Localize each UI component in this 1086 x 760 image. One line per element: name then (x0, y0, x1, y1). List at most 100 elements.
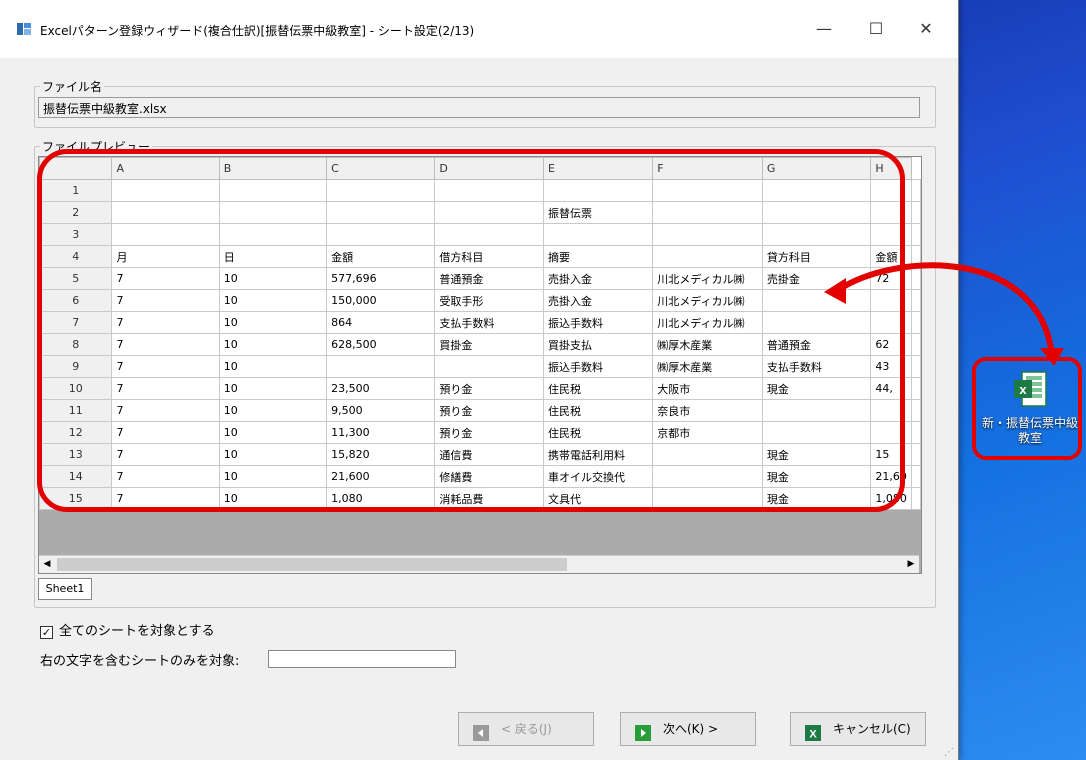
row-header[interactable]: 11 (39, 399, 113, 422)
table-row[interactable]: 14 7 10 21,600 修繕費 車オイル交換代 現金 21,60 (39, 465, 921, 488)
table-cell[interactable]: 住民税 (542, 399, 654, 422)
table-cell[interactable]: 預り金 (434, 421, 544, 444)
table-cell[interactable] (652, 223, 763, 246)
table-cell[interactable] (652, 201, 763, 224)
table-cell[interactable]: 7 (111, 421, 220, 444)
table-cell[interactable]: 普通預金 (434, 267, 544, 290)
table-cell[interactable]: 住民税 (542, 421, 654, 444)
table-row[interactable]: 7 7 10 864 支払手数料 振込手数料 川北メディカル㈱ (39, 311, 921, 334)
table-cell[interactable] (761, 201, 872, 224)
table-cell[interactable]: ㈱厚木産業 (652, 333, 763, 356)
row-header[interactable]: 13 (39, 443, 113, 466)
table-cell[interactable]: 文具代 (542, 487, 654, 510)
row-header[interactable]: 1 (39, 179, 113, 202)
row-header[interactable]: 12 (39, 421, 113, 444)
table-cell[interactable]: 消耗品費 (434, 487, 544, 510)
table-cell[interactable] (111, 201, 220, 224)
row-header[interactable]: 14 (39, 465, 113, 488)
table-cell[interactable]: 奈良市 (652, 399, 763, 422)
table-cell[interactable]: 住民税 (542, 377, 654, 400)
table-cell[interactable] (218, 223, 328, 246)
table-cell[interactable]: 金額 (870, 245, 912, 268)
table-row[interactable]: 11 7 10 9,500 預り金 住民税 奈良市 (39, 399, 921, 422)
table-row[interactable]: 2 振替伝票 (39, 201, 921, 224)
table-cell[interactable]: 15 (870, 443, 912, 466)
table-cell[interactable]: 受取手形 (434, 289, 544, 312)
table-cell[interactable]: 10 (218, 465, 328, 488)
table-cell[interactable]: 43 (870, 355, 912, 378)
all-sheets-option[interactable]: ✓ 全てのシートを対象とする (40, 620, 215, 639)
table-cell[interactable]: 通信費 (434, 443, 544, 466)
table-cell[interactable]: 1,080 (870, 487, 912, 510)
table-cell[interactable]: 修繕費 (434, 465, 544, 488)
table-cell[interactable]: 72 (870, 267, 912, 290)
table-cell[interactable]: 金額 (326, 245, 436, 268)
table-cell[interactable]: 628,500 (326, 333, 436, 356)
table-cell[interactable] (326, 179, 436, 202)
column-header[interactable]: C (326, 157, 436, 180)
column-header[interactable]: D (434, 157, 544, 180)
table-cell[interactable] (652, 245, 763, 268)
row-header[interactable]: 4 (39, 245, 113, 268)
table-cell[interactable]: 11,300 (326, 421, 436, 444)
table-row[interactable]: 5 7 10 577,696 普通預金 売掛入金 川北メディカル㈱ 売掛金 72 (39, 267, 921, 290)
row-header[interactable]: 5 (39, 267, 113, 290)
table-cell[interactable]: 10 (218, 399, 328, 422)
table-cell[interactable]: 7 (111, 487, 220, 510)
row-header[interactable]: 9 (39, 355, 113, 378)
table-cell[interactable] (542, 223, 654, 246)
table-cell[interactable]: 普通預金 (761, 333, 872, 356)
column-header[interactable]: A (111, 157, 220, 180)
table-row[interactable]: 13 7 10 15,820 通信費 携帯電話利用料 現金 15 (39, 443, 921, 466)
table-cell[interactable] (326, 355, 436, 378)
table-cell[interactable]: 10 (218, 333, 328, 356)
table-cell[interactable]: 10 (218, 267, 328, 290)
table-cell[interactable]: 川北メディカル㈱ (652, 267, 763, 290)
table-row[interactable]: 1 (39, 179, 921, 202)
row-header[interactable]: 6 (39, 289, 113, 312)
table-row[interactable]: 10 7 10 23,500 預り金 住民税 大阪市 現金 44, (39, 377, 921, 400)
table-cell[interactable]: 21,600 (326, 465, 436, 488)
table-row[interactable]: 12 7 10 11,300 預り金 住民税 京都市 (39, 421, 921, 444)
table-cell[interactable]: 44, (870, 377, 912, 400)
table-cell[interactable] (761, 311, 872, 334)
table-cell[interactable]: 7 (111, 399, 220, 422)
column-header[interactable]: E (542, 157, 654, 180)
horizontal-scrollbar[interactable]: ◀ ▶ (39, 555, 919, 573)
table-cell[interactable]: 150,000 (326, 289, 436, 312)
table-cell[interactable]: 車オイル交換代 (542, 465, 654, 488)
table-row[interactable]: 9 7 10 振込手数料 ㈱厚木産業 支払手数料 43 (39, 355, 921, 378)
table-cell[interactable] (434, 201, 544, 224)
table-cell[interactable]: 川北メディカル㈱ (652, 289, 763, 312)
table-cell[interactable]: 川北メディカル㈱ (652, 311, 763, 334)
table-cell[interactable] (870, 311, 912, 334)
table-cell[interactable]: 買掛支払 (542, 333, 654, 356)
table-cell[interactable]: 日 (218, 245, 328, 268)
table-cell[interactable] (111, 223, 220, 246)
row-header[interactable]: 8 (39, 333, 113, 356)
table-cell[interactable] (218, 179, 328, 202)
table-cell[interactable]: 7 (111, 377, 220, 400)
table-cell[interactable] (870, 201, 912, 224)
table-cell[interactable]: 売掛入金 (542, 289, 654, 312)
table-cell[interactable]: 現金 (761, 465, 872, 488)
scroll-left-icon[interactable]: ◀ (39, 556, 55, 573)
close-button[interactable]: ✕ (906, 14, 946, 44)
table-cell[interactable] (326, 223, 436, 246)
table-cell[interactable]: 振込手数料 (542, 355, 654, 378)
table-cell[interactable]: 7 (111, 443, 220, 466)
table-cell[interactable]: 現金 (761, 443, 872, 466)
row-header[interactable]: 10 (39, 377, 113, 400)
table-cell[interactable]: 7 (111, 333, 220, 356)
table-cell[interactable]: 売掛金 (761, 267, 872, 290)
table-cell[interactable]: 1,080 (326, 487, 436, 510)
scroll-thumb[interactable] (57, 558, 567, 571)
table-cell[interactable]: 9,500 (326, 399, 436, 422)
table-cell[interactable] (434, 223, 544, 246)
table-cell[interactable]: 大阪市 (652, 377, 763, 400)
table-cell[interactable]: 23,500 (326, 377, 436, 400)
column-header[interactable]: G (761, 157, 872, 180)
table-cell[interactable]: 預り金 (434, 399, 544, 422)
table-cell[interactable] (761, 421, 872, 444)
table-row[interactable]: 8 7 10 628,500 買掛金 買掛支払 ㈱厚木産業 普通預金 62 (39, 333, 921, 356)
